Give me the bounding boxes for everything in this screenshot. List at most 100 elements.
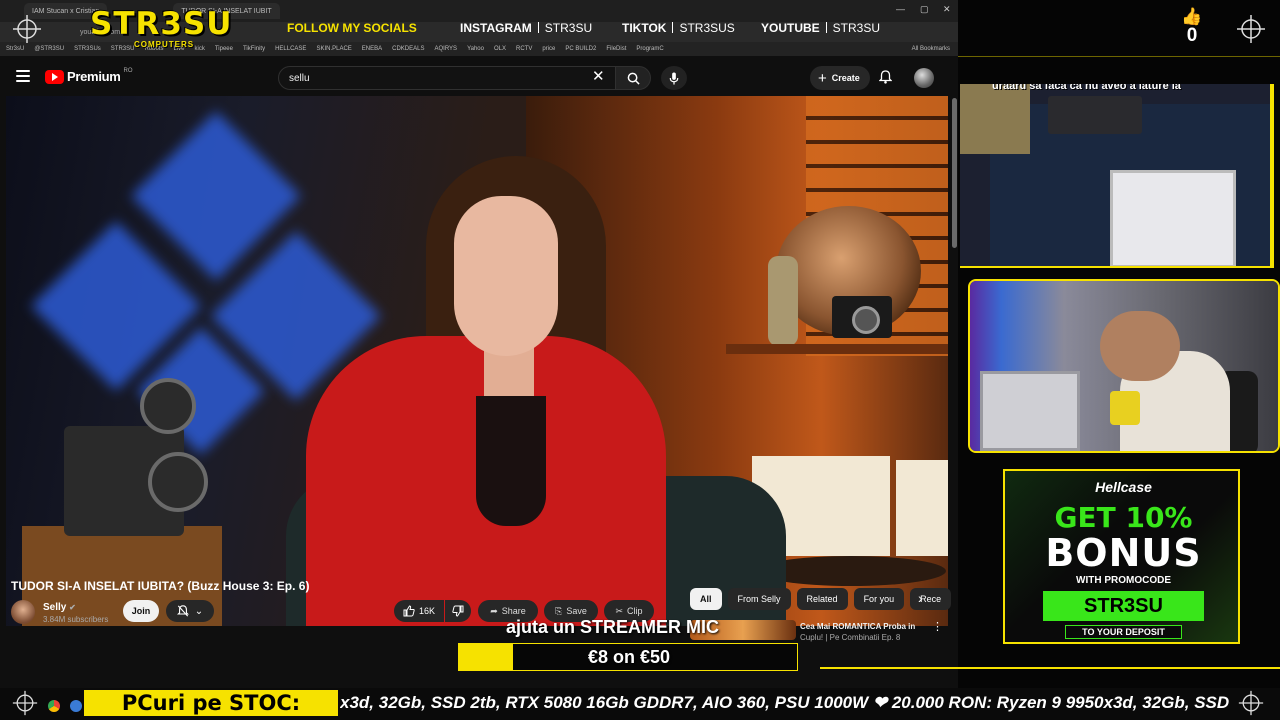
bookmark-item[interactable]: HELLCASE bbox=[275, 46, 306, 52]
subscribed-notification-button[interactable]: ⌄ bbox=[166, 600, 214, 622]
bell-off-icon bbox=[176, 605, 189, 617]
divider bbox=[958, 56, 1280, 57]
stream-overlay-screen: IAM Stucan x Cristian TUDOR SI-A INSELAT… bbox=[0, 0, 1280, 720]
bookmark-item[interactable]: Yahoo bbox=[467, 46, 484, 52]
create-label: Create bbox=[831, 73, 860, 83]
avatar[interactable] bbox=[914, 68, 934, 88]
address-bar[interactable]: youtube.com bbox=[0, 22, 958, 42]
hamburger-icon[interactable] bbox=[16, 70, 30, 82]
create-button[interactable]: + Create bbox=[810, 66, 870, 90]
webcam-caption: uraaru sa faca ca nu aveo a lature la bbox=[992, 84, 1181, 92]
chip-all[interactable]: All bbox=[690, 588, 722, 610]
ad-promo-label: WITH PROMOCODE bbox=[1076, 575, 1171, 586]
bookmark-item[interactable]: OLX bbox=[494, 46, 506, 52]
hellcase-ad: Hellcase GET 10% BONUS WITH PROMOCODE ST… bbox=[1003, 469, 1240, 644]
save-label: Save bbox=[566, 606, 587, 616]
channel-avatar[interactable] bbox=[11, 600, 35, 624]
ad-deposit-label: TO YOUR DEPOSIT bbox=[1065, 625, 1182, 639]
save-icon: ⎘ bbox=[555, 605, 563, 616]
chip-recent[interactable]: Rece bbox=[910, 588, 952, 610]
recommended-video-title[interactable]: Cea Mai ROMANTICA Proba in bbox=[800, 621, 926, 632]
ad-bonus: BONUS bbox=[1045, 531, 1202, 575]
region-label: RO bbox=[123, 67, 133, 74]
like-button[interactable]: 16K bbox=[394, 600, 444, 622]
scrollbar-thumb[interactable] bbox=[952, 98, 957, 248]
bookmark-item[interactable]: @STR3SU bbox=[34, 46, 64, 52]
app-icon[interactable] bbox=[70, 700, 82, 712]
crosshair-icon bbox=[1237, 15, 1265, 43]
bookmark-item[interactable]: PC BUILD2 bbox=[565, 46, 596, 52]
share-icon: ➦ bbox=[490, 605, 498, 616]
channel-name[interactable]: Selly ✔ bbox=[43, 602, 76, 613]
like-count: 16K bbox=[418, 606, 435, 616]
ad-promo-code: STR3SU bbox=[1043, 591, 1204, 621]
search-icon bbox=[627, 72, 640, 85]
browser-tab[interactable]: IAM Stucan x Cristian bbox=[24, 3, 108, 19]
close-icon[interactable]: ✕ bbox=[592, 67, 605, 85]
bookmark-item[interactable]: AQIRYS bbox=[434, 46, 457, 52]
bookmark-item[interactable]: CDKDEALS bbox=[392, 46, 424, 52]
bookmark-item[interactable]: SKIN.PLACE bbox=[316, 46, 351, 52]
address-text: youtube.com bbox=[80, 28, 121, 36]
maximize-icon[interactable]: ▢ bbox=[920, 4, 929, 15]
bookmarks-bar: Str3sU @STR3SU STR3SUs STR3SU Robots Live kick… bbox=[0, 42, 958, 56]
donation-goal-bar: €8 on €50 bbox=[458, 643, 798, 671]
notifications-button[interactable] bbox=[878, 70, 893, 89]
taskbar-icons bbox=[48, 700, 82, 712]
video-player[interactable] bbox=[6, 96, 948, 626]
pcuri-stock-label: PCuri pe STOC: bbox=[84, 690, 338, 716]
search-input[interactable]: sellu bbox=[278, 66, 616, 90]
youtube-logo[interactable]: Premium RO bbox=[45, 67, 133, 84]
clip-label: Clip bbox=[627, 606, 643, 616]
bookmark-item[interactable]: Str3sU bbox=[6, 46, 24, 52]
subscriber-count: 3.84M subscribers bbox=[43, 615, 109, 624]
recommended-video-subtitle[interactable]: Cuplu! | Pe Combinatii Ep. 8 bbox=[800, 633, 926, 643]
chip-related[interactable]: Related bbox=[796, 588, 848, 610]
video-title: TUDOR SI-A INSELAT IUBITA? (Buzz House 3… bbox=[11, 579, 310, 593]
bookmark-item[interactable]: Live bbox=[173, 46, 184, 52]
search-value: sellu bbox=[289, 72, 310, 84]
bookmark-item[interactable]: FileDist bbox=[606, 46, 626, 52]
crosshair-icon bbox=[1238, 690, 1264, 716]
bookmark-item[interactable]: price bbox=[542, 46, 555, 52]
related-filter-chips: All From Selly Related For you Rece bbox=[690, 588, 952, 610]
more-vert-icon[interactable]: ⋮ bbox=[932, 620, 943, 633]
chip-for-you[interactable]: For you bbox=[853, 588, 905, 610]
chrome-icon[interactable] bbox=[48, 700, 60, 712]
dislike-button[interactable] bbox=[445, 600, 471, 622]
bookmark-item[interactable]: ProgramC bbox=[636, 46, 663, 52]
bookmark-item[interactable]: kick bbox=[194, 46, 204, 52]
bookmark-item[interactable]: STR3SU bbox=[111, 46, 135, 52]
webcam-desk-view: uraaru sa faca ca nu aveo a lature la bbox=[960, 84, 1274, 268]
verified-icon: ✔ bbox=[69, 603, 76, 612]
join-button[interactable]: Join bbox=[123, 600, 159, 622]
bookmark-item[interactable]: RCTV bbox=[516, 46, 532, 52]
dislike-icon bbox=[452, 605, 464, 617]
search-button[interactable] bbox=[615, 66, 651, 90]
voice-search-button[interactable] bbox=[661, 66, 687, 90]
chip-from-selly[interactable]: From Selly bbox=[727, 588, 791, 610]
donation-prompt: ajuta un STREAMER MIC bbox=[506, 617, 720, 637]
chevron-down-icon: ⌄ bbox=[194, 605, 204, 617]
thumbs-up-icon: 👍 bbox=[1181, 7, 1203, 26]
bookmark-item[interactable]: Robots bbox=[144, 46, 163, 52]
premium-label: Premium bbox=[67, 69, 121, 84]
chevron-right-icon[interactable]: › bbox=[918, 590, 923, 606]
bookmark-item[interactable]: ENEBA bbox=[362, 46, 382, 52]
close-window-icon[interactable]: ✕ bbox=[943, 4, 951, 15]
crosshair-icon bbox=[12, 690, 38, 716]
mic-icon bbox=[669, 71, 679, 85]
bookmark-item[interactable]: STR3SUs bbox=[74, 46, 101, 52]
all-bookmarks[interactable]: All Bookmarks bbox=[912, 46, 950, 52]
stock-ticker: x3d, 32Gb, SSD 2tb, RTX 5080 16Gb GDDR7,… bbox=[340, 693, 1230, 712]
bookmark-item[interactable]: Tipeee bbox=[215, 46, 233, 52]
ad-headline: GET 10% bbox=[1054, 501, 1193, 534]
browser-tab-active[interactable]: TUDOR SI-A INSELAT IUBIT bbox=[173, 3, 280, 19]
bell-icon bbox=[878, 70, 893, 84]
bookmark-item[interactable]: TikFinity bbox=[243, 46, 265, 52]
webcam-streamer-view bbox=[968, 279, 1280, 453]
minimize-icon[interactable]: — bbox=[896, 4, 905, 14]
likes-counter: 👍 0 bbox=[1180, 8, 1204, 46]
likes-count: 0 bbox=[1186, 25, 1198, 46]
donation-goal-text: €8 on €50 bbox=[587, 647, 671, 667]
